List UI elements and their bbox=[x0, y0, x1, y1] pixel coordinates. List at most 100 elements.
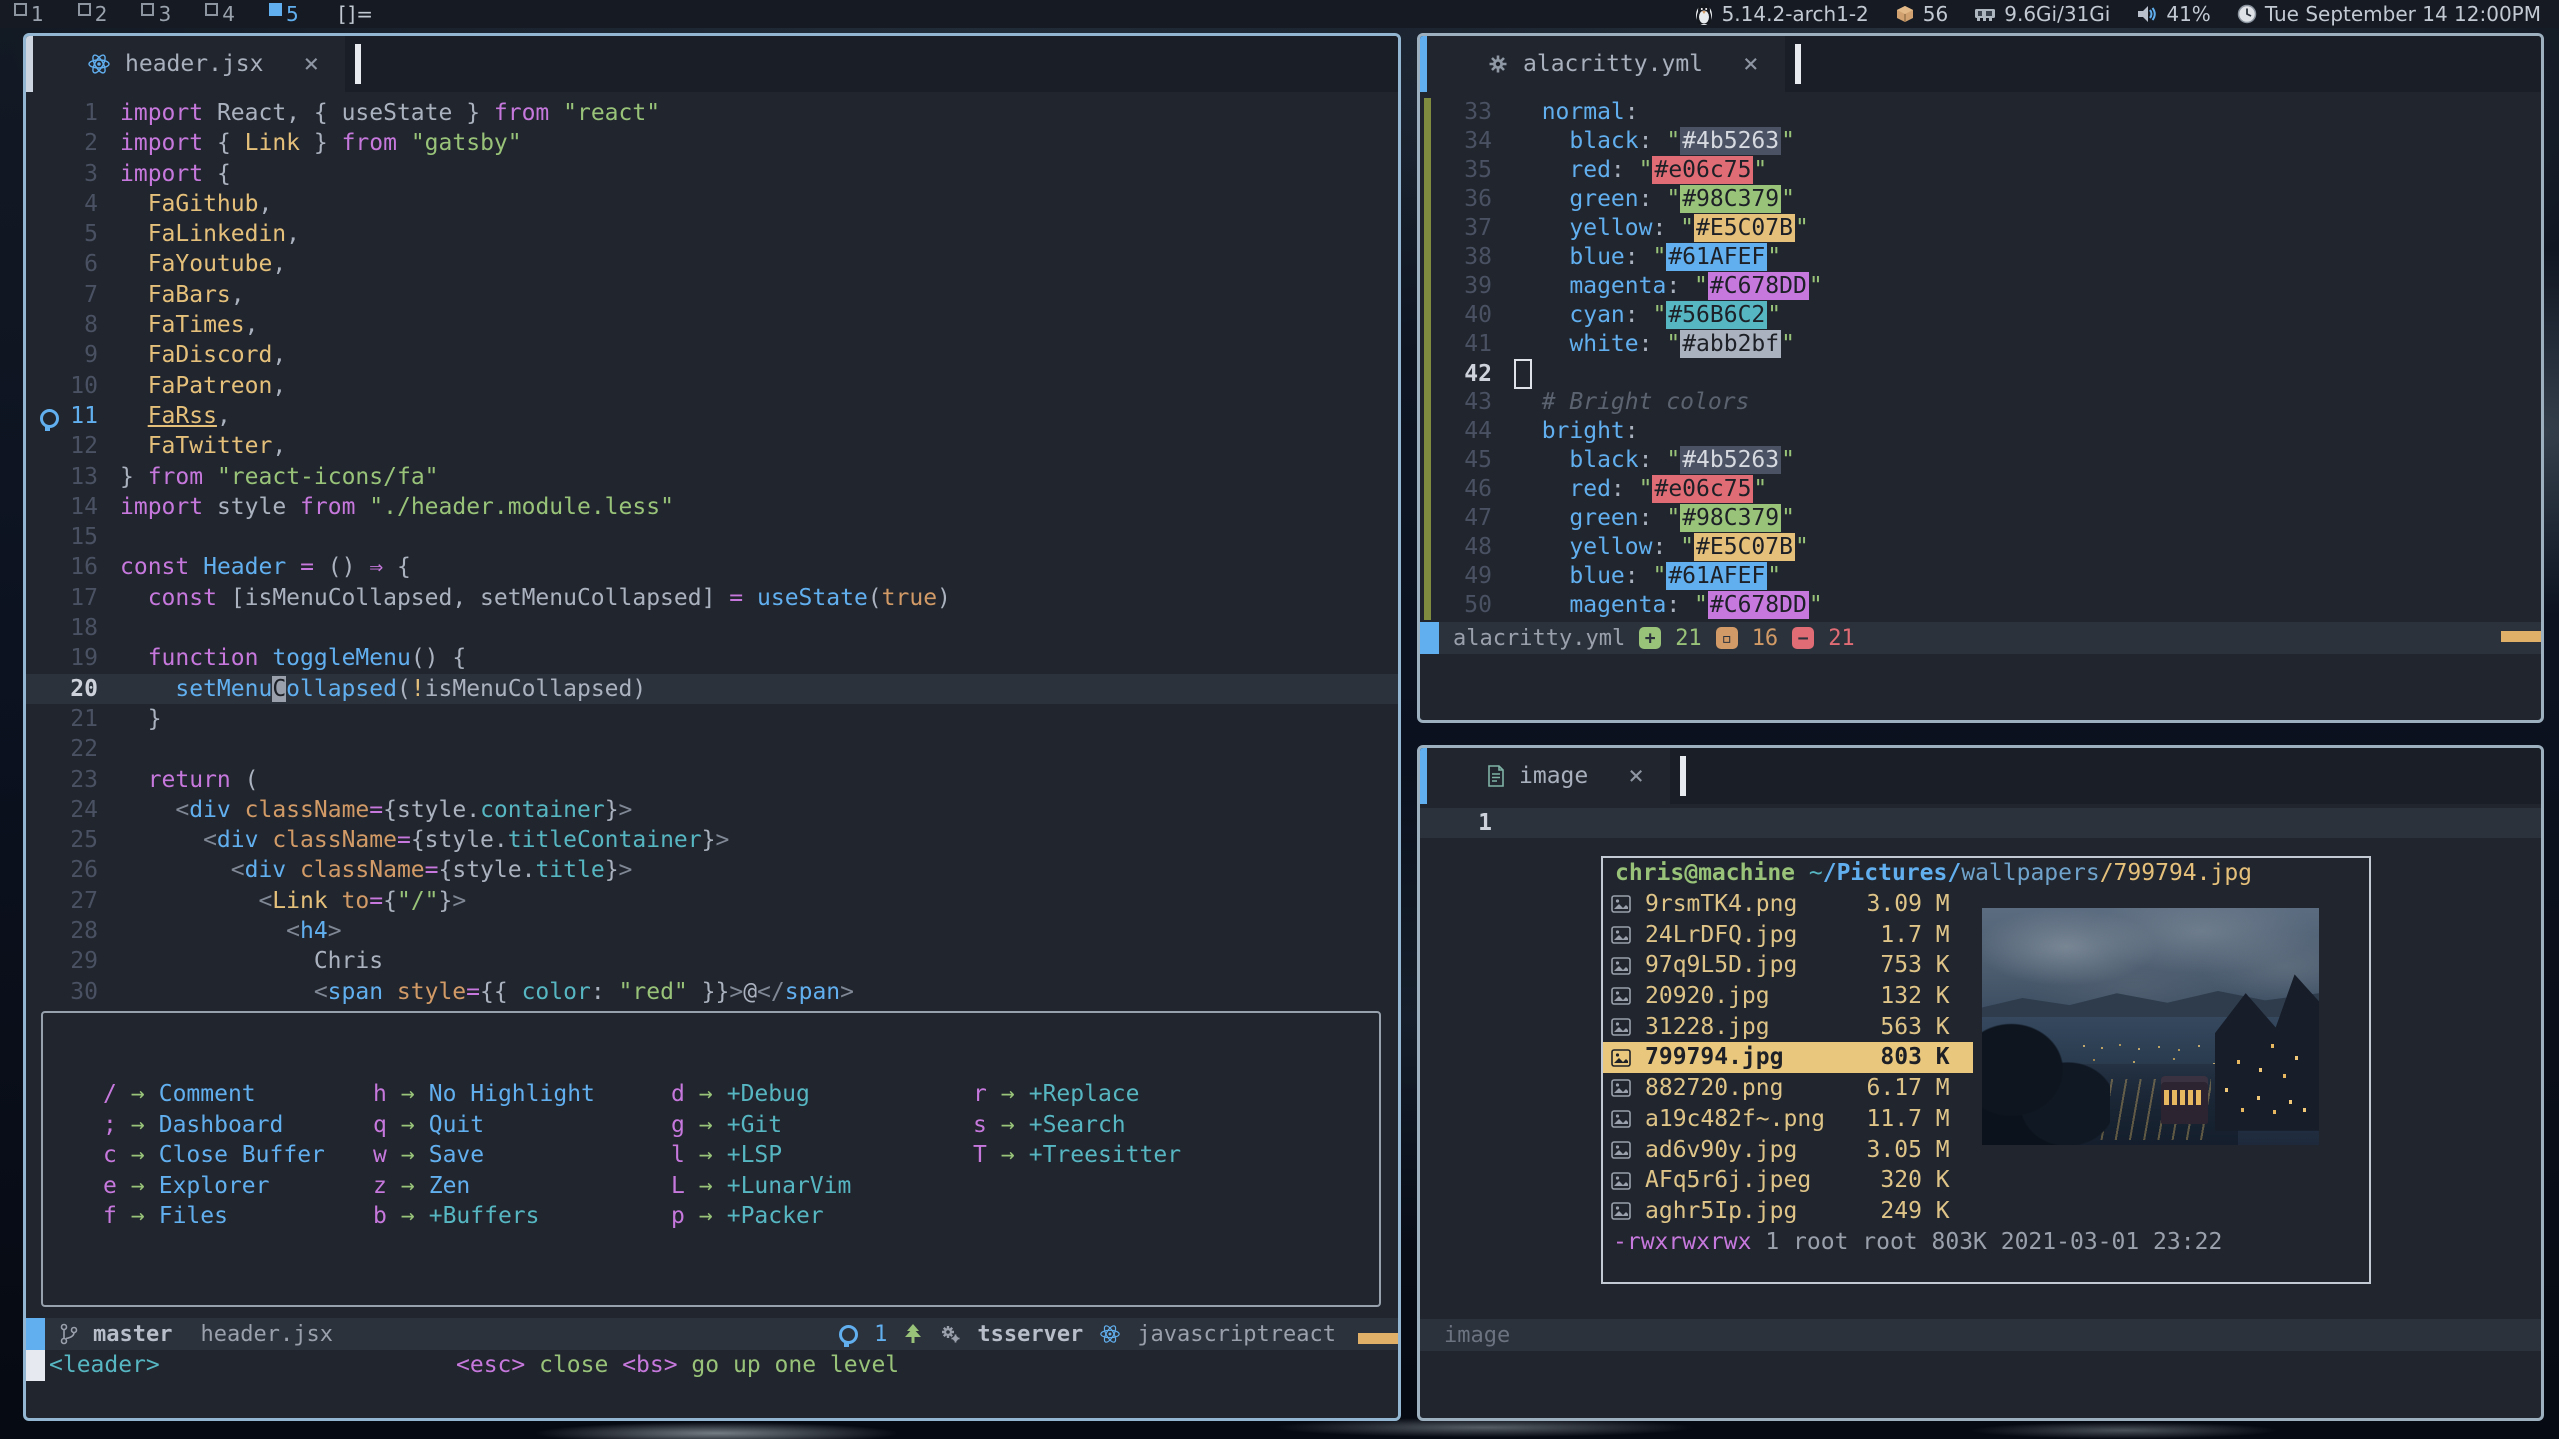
top-bar: 1 2 3 4 5 []= 5.14.2-arch1-2 56 9.6Gi/31Gi 4… bbox=[0, 0, 2559, 28]
line-number: 23 bbox=[26, 765, 120, 795]
file-row[interactable]: 24LrDFQ.jpg1.7 M bbox=[1603, 920, 1973, 951]
workspace-4[interactable]: 4 bbox=[205, 2, 235, 26]
which-key-binding[interactable]: l→+LSP bbox=[671, 1140, 851, 1171]
file-row[interactable]: ad6v90y.jpg3.05 M bbox=[1603, 1135, 1973, 1166]
file-row[interactable]: 97q9L5D.jpg753 K bbox=[1603, 950, 1973, 981]
tabline-indicator bbox=[1420, 36, 1427, 92]
scroll-indicator[interactable] bbox=[2501, 631, 2541, 642]
which-key-binding[interactable]: c→Close Buffer bbox=[103, 1140, 325, 1171]
terminal-window-image: image × 1 chris@machine ~/Pictures/wallp… bbox=[1417, 745, 2544, 1421]
code-line: 18 bbox=[26, 613, 1398, 643]
which-key-binding[interactable]: b→+Buffers bbox=[373, 1201, 595, 1232]
which-key-binding[interactable]: h→No Highlight bbox=[373, 1079, 595, 1110]
tab-alacritty-yml[interactable]: alacritty.yml × bbox=[1427, 36, 1785, 92]
tab-close-icon[interactable]: × bbox=[1602, 761, 1644, 791]
volume-status: 41% bbox=[2136, 2, 2210, 26]
file-row[interactable]: 31228.jpg563 K bbox=[1603, 1012, 1973, 1043]
line-number: 5 bbox=[26, 219, 120, 249]
memory-label: 9.6Gi/31Gi bbox=[2004, 2, 2110, 26]
file-row[interactable]: 882720.png6.17 M bbox=[1603, 1073, 1973, 1104]
which-key-binding[interactable]: r→+Replace bbox=[973, 1079, 1181, 1110]
line-number: 13 bbox=[26, 462, 120, 492]
which-key-binding[interactable]: s→+Search bbox=[973, 1110, 1181, 1141]
line-number: 44 bbox=[1420, 417, 1514, 446]
scroll-indicator[interactable] bbox=[1358, 1333, 1398, 1344]
right-top-statusline: alacritty.yml + 21 ▫ 16 − 21 bbox=[1420, 622, 2541, 654]
image-file-icon bbox=[1611, 1079, 1645, 1097]
code-line: 9FaDiscord, bbox=[26, 340, 1398, 370]
code-line: 17const [isMenuCollapsed, setMenuCollaps… bbox=[26, 583, 1398, 613]
line-number: 45 bbox=[1420, 446, 1514, 475]
which-key-binding[interactable]: w→Save bbox=[373, 1140, 595, 1171]
image-preview-thumbnail bbox=[1982, 908, 2319, 1145]
which-key-binding[interactable]: p→+Packer bbox=[671, 1201, 851, 1232]
kernel-status: 5.14.2-arch1-2 bbox=[1694, 2, 1869, 26]
which-key-binding[interactable]: d→+Debug bbox=[671, 1079, 851, 1110]
git-changed-icon: ▫ bbox=[1716, 627, 1738, 649]
line-number: 36 bbox=[1420, 185, 1514, 214]
workspace-1[interactable]: 1 bbox=[14, 2, 44, 26]
tab-image[interactable]: image × bbox=[1427, 748, 1670, 804]
package-icon bbox=[1895, 4, 1915, 24]
code-area-alacritty-yml[interactable]: 33normal:34black: "#4b5263"35red: "#e06c… bbox=[1420, 98, 2541, 620]
buffer-line-1[interactable]: 1 bbox=[1420, 808, 2541, 838]
line-number: 21 bbox=[26, 704, 120, 734]
code-line: 25<div className={style.titleContainer}> bbox=[26, 825, 1398, 855]
code-line: 12FaTwitter, bbox=[26, 431, 1398, 461]
code-line: 4FaGithub, bbox=[26, 189, 1398, 219]
file-row[interactable]: 9rsmTK4.png3.09 M bbox=[1603, 889, 1973, 920]
datetime-label: Tue September 14 12:00PM bbox=[2265, 2, 2541, 26]
which-key-binding[interactable]: /→Comment bbox=[103, 1079, 325, 1110]
which-key-binding[interactable]: g→+Git bbox=[671, 1110, 851, 1141]
which-key-binding[interactable]: e→Explorer bbox=[103, 1171, 325, 1202]
code-line: 3import { bbox=[26, 159, 1398, 189]
file-row[interactable]: AFq5r6j.jpeg320 K bbox=[1603, 1165, 1973, 1196]
file-row[interactable]: a19c482f~.png11.7 M bbox=[1603, 1104, 1973, 1135]
layout-indicator[interactable]: []= bbox=[339, 2, 374, 26]
code-line: 21} bbox=[26, 704, 1398, 734]
workspace-3[interactable]: 3 bbox=[141, 2, 171, 26]
packages-status: 56 bbox=[1895, 2, 1948, 26]
code-line: 30<span style={{ color: "red" }}>@</span… bbox=[26, 977, 1398, 1007]
line-number: 22 bbox=[26, 734, 120, 764]
tab-close-icon[interactable]: × bbox=[277, 49, 319, 79]
code-area-header-jsx[interactable]: 1import React, { useState } from "react"… bbox=[26, 98, 1398, 1007]
line-number: 30 bbox=[26, 977, 120, 1007]
which-key-binding[interactable]: f→Files bbox=[103, 1201, 325, 1232]
workspace-2[interactable]: 2 bbox=[78, 2, 108, 26]
tab-close-icon[interactable]: × bbox=[1717, 49, 1759, 79]
which-key-binding[interactable]: L→+LunarVim bbox=[671, 1171, 851, 1202]
line-number: 8 bbox=[26, 310, 120, 340]
workspace-dot-icon bbox=[141, 3, 154, 16]
image-file-icon bbox=[1611, 1202, 1645, 1220]
code-line: 2import { Link } from "gatsby" bbox=[26, 128, 1398, 158]
git-branch-label[interactable]: master bbox=[93, 1322, 172, 1347]
which-key-binding[interactable]: z→Zen bbox=[373, 1171, 595, 1202]
file-row[interactable]: aghr5Ip.jpg249 K bbox=[1603, 1196, 1973, 1227]
line-number: 25 bbox=[26, 825, 120, 855]
code-line: 6FaYoutube, bbox=[26, 249, 1398, 279]
line-number: 20 bbox=[26, 674, 120, 704]
code-line: 19function toggleMenu() { bbox=[26, 643, 1398, 673]
speaker-icon bbox=[2136, 4, 2158, 24]
which-key-column: r→+Replaces→+SearchT→+Treesitter bbox=[973, 1079, 1181, 1171]
file-row[interactable]: 799794.jpg803 K bbox=[1603, 1042, 1973, 1073]
file-row[interactable]: 20920.jpg132 K bbox=[1603, 981, 1973, 1012]
which-key-binding[interactable]: ;→Dashboard bbox=[103, 1110, 325, 1141]
tab-header-jsx[interactable]: header.jsx × bbox=[33, 36, 345, 92]
packages-label: 56 bbox=[1923, 2, 1948, 26]
which-key-binding[interactable]: T→+Treesitter bbox=[973, 1140, 1181, 1171]
line-number: 17 bbox=[26, 583, 120, 613]
code-line: 43# Bright colors bbox=[1420, 388, 2541, 417]
penguin-icon bbox=[1694, 3, 1714, 25]
workspace-dot-icon bbox=[269, 3, 282, 16]
workspace-5[interactable]: 5 bbox=[269, 2, 299, 26]
which-key-popup: /→Comment;→Dashboardc→Close Buffere→Expl… bbox=[41, 1011, 1381, 1307]
code-line: 16const Header = () ⇒ { bbox=[26, 552, 1398, 582]
right-bottom-tabline: image × bbox=[1420, 748, 2541, 804]
line-number: 15 bbox=[26, 522, 120, 552]
which-key-binding[interactable]: q→Quit bbox=[373, 1110, 595, 1141]
code-line: 20setMenuCollapsed(!isMenuCollapsed) bbox=[26, 674, 1398, 704]
pending-keys-label: <leader> bbox=[45, 1350, 160, 1381]
code-line: 38blue: "#61AFEF" bbox=[1420, 243, 2541, 272]
